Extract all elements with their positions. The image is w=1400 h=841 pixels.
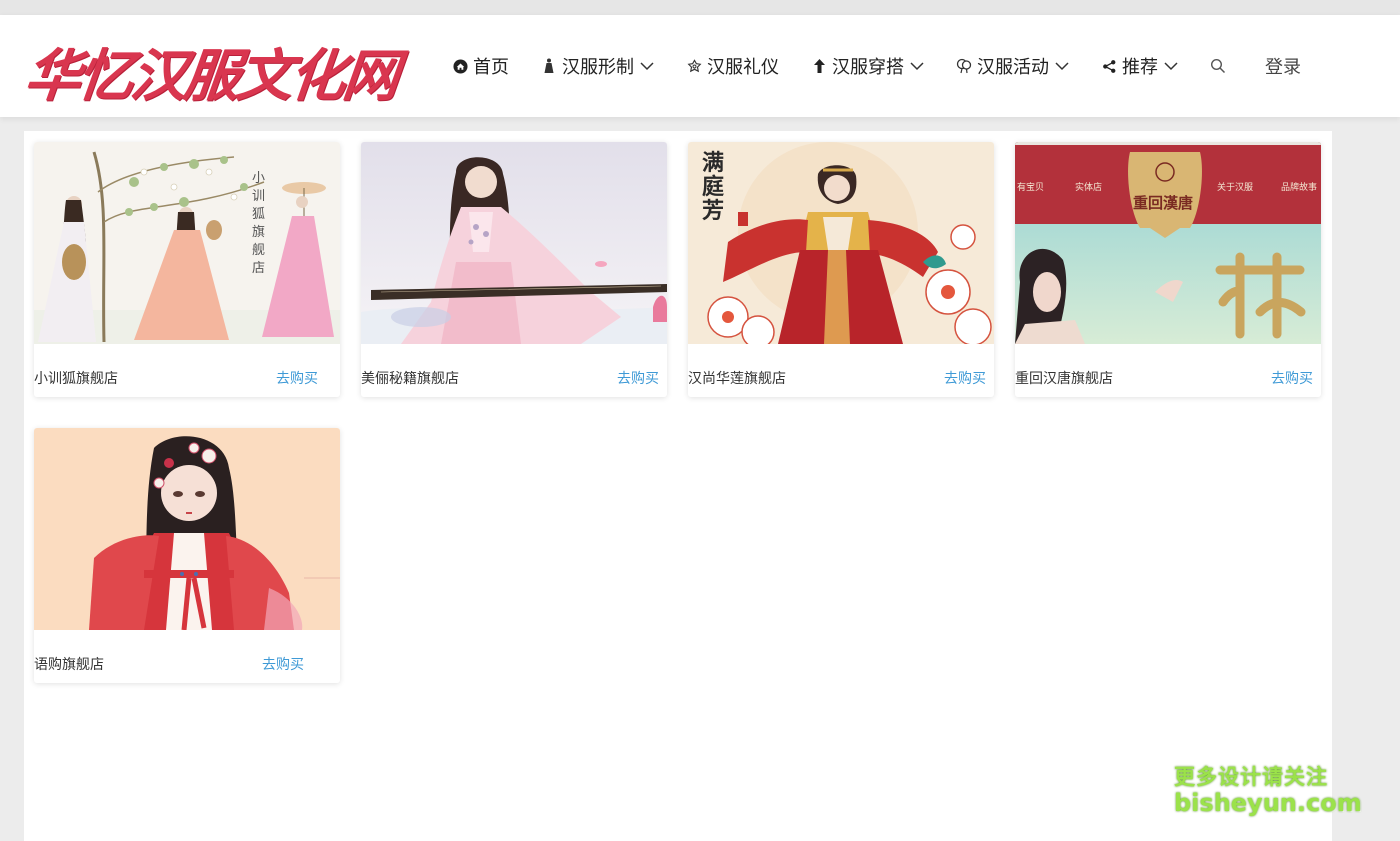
- nav-label-hanfu-events: 汉服活动: [977, 57, 1049, 78]
- shop-image-hanshang[interactable]: 满 庭 芳: [688, 142, 994, 344]
- nav-label-recommend: 推荐: [1122, 57, 1158, 78]
- nav-label-hanfu-outfits: 汉服穿搭: [832, 57, 904, 78]
- shop-name: 汉尚华莲旗舰店: [688, 371, 786, 387]
- nav-item-hanfu-events[interactable]: 汉服活动: [956, 46, 1069, 86]
- banner-menu-item: 有宝贝: [1017, 181, 1044, 193]
- site-header: 华忆汉服文化网 首页 汉服形制 汉服礼仪 汉服穿搭 汉服活动 推荐 登录: [0, 15, 1400, 117]
- nav-item-hanfu-forms[interactable]: 汉服形制: [541, 46, 654, 86]
- shop-image-chonghui[interactable]: 有宝贝 实体店 关于汉服 品牌故事 重回漢唐: [1015, 142, 1321, 344]
- shop-list-panel: 小 训 狐 旗 舰 店 小训狐旗舰店 去购买 美俪秘籍旗舰店 去购买 满 庭 芳…: [24, 131, 1332, 841]
- flower-icon: [686, 58, 702, 74]
- svg-text:舰: 舰: [252, 243, 265, 258]
- banner-menu-item: 关于汉服: [1217, 181, 1253, 193]
- shop-card[interactable]: 有宝贝 实体店 关于汉服 品牌故事 重回漢唐 重回汉唐旗舰店 去购买: [1015, 142, 1321, 397]
- shop-card[interactable]: 满 庭 芳 汉尚华莲旗舰店 去购买: [688, 142, 994, 397]
- top-strip: [0, 0, 1400, 15]
- home-icon: [452, 58, 468, 74]
- arrow-up-icon: [811, 58, 827, 74]
- shop-image-yugou[interactable]: [34, 428, 340, 630]
- shop-image-xiaoxunhu[interactable]: 小 训 狐 旗 舰 店: [34, 142, 340, 344]
- site-logo[interactable]: 华忆汉服文化网: [21, 31, 400, 109]
- nav-item-recommend[interactable]: 推荐: [1101, 46, 1178, 86]
- nav-item-home[interactable]: 首页: [452, 46, 509, 86]
- nav-item-hanfu-outfits[interactable]: 汉服穿搭: [811, 46, 924, 86]
- watermark-line2: bisheyun.com: [1174, 789, 1362, 817]
- buy-link[interactable]: 去购买: [617, 368, 659, 388]
- svg-text:庭: 庭: [702, 174, 724, 200]
- main-nav: 首页 汉服形制 汉服礼仪 汉服穿搭 汉服活动 推荐 登录: [452, 15, 1301, 117]
- shop-name: 重回汉唐旗舰店: [1015, 371, 1113, 387]
- shop-card[interactable]: 语购旗舰店 去购买: [34, 428, 340, 683]
- balloon-icon: [956, 58, 972, 74]
- svg-text:小: 小: [252, 171, 265, 186]
- nav-item-hanfu-etiquette[interactable]: 汉服礼仪: [686, 46, 779, 86]
- buy-link[interactable]: 去购买: [262, 654, 304, 674]
- shop-card[interactable]: 美俪秘籍旗舰店 去购买: [361, 142, 667, 397]
- chevron-down-icon: [1055, 59, 1069, 73]
- svg-text:店: 店: [252, 261, 265, 276]
- search-icon: [1210, 58, 1226, 74]
- login-link[interactable]: 登录: [1265, 46, 1301, 86]
- nav-label-hanfu-etiquette: 汉服礼仪: [707, 57, 779, 78]
- svg-text:芳: 芳: [702, 198, 724, 224]
- buy-link[interactable]: 去购买: [944, 368, 986, 388]
- shop-image-meili[interactable]: [361, 142, 667, 344]
- svg-text:狐: 狐: [252, 207, 265, 222]
- shop-name: 语购旗舰店: [34, 657, 104, 673]
- nav-label-hanfu-forms: 汉服形制: [562, 57, 634, 78]
- svg-text:重回漢唐: 重回漢唐: [1133, 194, 1193, 212]
- figure-icon: [541, 58, 557, 74]
- banner-menu-item: 实体店: [1075, 181, 1102, 193]
- nav-label-home: 首页: [473, 57, 509, 78]
- chevron-down-icon: [640, 59, 654, 73]
- svg-text:训: 训: [252, 189, 265, 204]
- buy-link[interactable]: 去购买: [276, 368, 318, 388]
- svg-text:旗: 旗: [252, 224, 265, 240]
- chevron-down-icon: [1164, 59, 1178, 73]
- watermark-line1: 更多设计请关注: [1174, 765, 1328, 789]
- share-icon: [1101, 58, 1117, 74]
- banner-menu-item: 品牌故事: [1281, 181, 1317, 193]
- chevron-down-icon: [910, 59, 924, 73]
- search-button[interactable]: [1210, 46, 1231, 86]
- shop-name: 美俪秘籍旗舰店: [361, 371, 459, 387]
- shop-name: 小训狐旗舰店: [34, 371, 118, 387]
- buy-link[interactable]: 去购买: [1271, 368, 1313, 388]
- svg-text:满: 满: [702, 150, 724, 176]
- watermark: 更多设计请关注 bisheyun.com: [1174, 764, 1362, 817]
- shop-card[interactable]: 小 训 狐 旗 舰 店 小训狐旗舰店 去购买: [34, 142, 340, 397]
